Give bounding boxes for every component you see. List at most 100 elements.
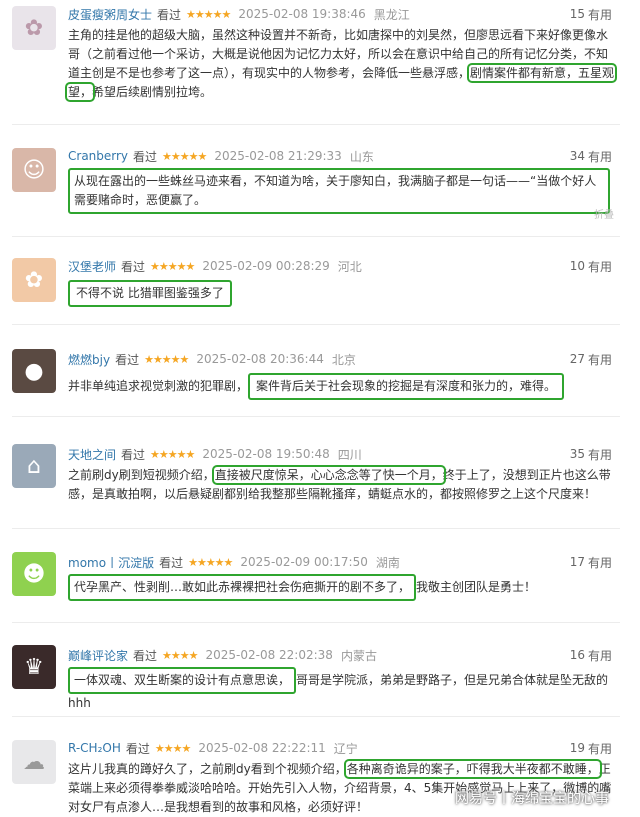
divider <box>12 528 620 529</box>
rating-stars: ★★★★★ <box>144 352 189 366</box>
divider <box>12 236 620 237</box>
review-text: 一体双魂、双生断案的设计有点意思诶， 哥哥是学院派，弟弟是野路子，但是兄弟合体就是… <box>68 667 618 713</box>
review-text-pre: 这片儿我真的蹲好久了，之前刷dy看到个视频介绍， <box>68 762 347 776</box>
highlighted-phrase: 不得不说 比猎罪图鉴强多了 <box>68 280 232 307</box>
review-item: ● 燃燃bjy 看过 ★★★★★ 2025-02-08 20:36:44 北京 … <box>0 349 640 409</box>
review-time: 2025-02-09 00:28:29 <box>202 259 330 273</box>
review-item: ☻ momo丨沉淀版 看过 ★★★★★ 2025-02-09 00:17:50 … <box>0 552 640 612</box>
watch-status: 看过 <box>125 741 150 756</box>
avatar[interactable]: ☺ <box>12 148 56 192</box>
useful-vote-button[interactable]: 19 有用 <box>570 738 612 758</box>
review-text: 从现在露出的一些蛛丝马迹来看，不知道为啥，关于廖知白，我满脑子都是一句话——“当… <box>68 168 610 214</box>
review-location: 辽宁 <box>333 741 358 756</box>
review-time: 2025-02-08 19:38:46 <box>238 7 366 21</box>
review-location: 山东 <box>349 149 374 164</box>
username-link[interactable]: Cranberry <box>68 149 128 163</box>
watch-status: 看过 <box>115 352 140 367</box>
divider <box>12 324 620 325</box>
watch-status: 看过 <box>159 555 184 570</box>
rating-stars: ★★★★★ <box>162 149 207 163</box>
review-time: 2025-02-08 21:29:33 <box>214 149 342 163</box>
watermark: 网易号丨海绵宝宝的心事 <box>455 791 609 807</box>
username-link[interactable]: 汉堡老师 <box>68 258 116 275</box>
review-text-post: 希望后续剧情别拉垮。 <box>92 85 213 99</box>
username-link[interactable]: 天地之间 <box>68 446 116 463</box>
avatar[interactable]: ☁ <box>12 740 56 784</box>
useful-vote-button[interactable]: 15 有用 <box>570 4 612 24</box>
watch-status: 看过 <box>133 648 158 663</box>
vote-count: 35 <box>569 447 585 461</box>
review-item: ⌂ 天地之间 看过 ★★★★★ 2025-02-08 19:50:48 四川 3… <box>0 444 640 514</box>
rating-stars: ★★★★★ <box>186 7 231 21</box>
rating-stars: ★★★★★ <box>150 259 195 273</box>
review-text-pre: 并非单纯追求视觉刺激的犯罪剧， <box>68 379 249 393</box>
watch-status: 看过 <box>121 447 146 462</box>
divider <box>12 416 620 417</box>
rating-stars: ★★★★★ <box>150 447 195 461</box>
watch-status: 看过 <box>157 7 182 22</box>
review-text: 不得不说 比猎罪图鉴强多了 <box>68 280 232 307</box>
highlighted-phrase: 各种离奇诡异的案子，吓得我大半夜都不敢睡， <box>343 759 602 779</box>
watch-status: 看过 <box>133 149 158 164</box>
rating-stars: ★★★★ <box>154 741 191 755</box>
review-time: 2025-02-08 22:22:11 <box>198 741 326 755</box>
username-link[interactable]: 燃燃bjy <box>68 351 110 368</box>
divider <box>12 622 620 623</box>
review-location: 四川 <box>337 447 362 462</box>
vote-label: 有用 <box>587 149 612 164</box>
avatar[interactable]: ⌂ <box>12 444 56 488</box>
username-link[interactable]: 巅峰评论家 <box>68 647 128 664</box>
useful-vote-button[interactable]: 16 有用 <box>570 645 612 665</box>
vote-label: 有用 <box>587 352 612 367</box>
vote-count: 34 <box>569 149 585 163</box>
vote-label: 有用 <box>587 741 612 756</box>
review-location: 河北 <box>337 259 362 274</box>
rating-stars: ★★★★★ <box>188 555 233 569</box>
fold-link[interactable]: 折叠 <box>594 206 614 221</box>
useful-vote-button[interactable]: 35 有用 <box>570 444 612 464</box>
review-time: 2025-02-08 19:50:48 <box>202 447 330 461</box>
review-text-post: 我敬主创团队是勇士！ <box>416 580 537 594</box>
username-link[interactable]: 皮蛋瘦粥周女士 <box>68 6 152 23</box>
vote-count: 17 <box>569 555 585 569</box>
vote-label: 有用 <box>587 259 612 274</box>
avatar[interactable]: ♛ <box>12 645 56 689</box>
review-time: 2025-02-08 20:36:44 <box>196 352 324 366</box>
vote-count: 27 <box>569 352 585 366</box>
review-location: 北京 <box>331 352 356 367</box>
review-item: ✿ 皮蛋瘦粥周女士 看过 ★★★★★ 2025-02-08 19:38:46 黑… <box>0 4 640 114</box>
review-text: 并非单纯追求视觉刺激的犯罪剧， 案件背后关于社会现象的挖掘是有深度和张力的，难得。 <box>68 373 618 400</box>
divider <box>12 716 620 717</box>
useful-vote-button[interactable]: 34 有用 <box>570 146 612 166</box>
review-location: 湖南 <box>375 555 400 570</box>
rating-stars: ★★★★ <box>162 648 198 662</box>
highlighted-phrase: 代孕黑产、性剥削…敢如此赤裸裸把社会伤疤撕开的剧不多了， <box>68 574 417 601</box>
avatar[interactable]: ☻ <box>12 552 56 596</box>
review-text: 主角的挂是他的超级大脑，虽然这种设置并不新奇，比如唐探中的刘昊然，但廖思远看下来… <box>64 26 618 102</box>
useful-vote-button[interactable]: 17 有用 <box>570 552 612 572</box>
avatar[interactable]: ✿ <box>12 258 56 302</box>
vote-label: 有用 <box>587 447 612 462</box>
highlighted-phrase: 直接被尺度惊呆，心心念念等了快一个月， <box>211 465 446 485</box>
highlighted-phrase: 从现在露出的一些蛛丝马迹来看，不知道为啥，关于廖知白，我满脑子都是一句话——“当… <box>74 174 597 207</box>
review-location: 黑龙江 <box>373 7 410 22</box>
avatar[interactable]: ● <box>12 349 56 393</box>
watch-status: 看过 <box>121 259 146 274</box>
divider <box>12 124 620 125</box>
username-link[interactable]: momo丨沉淀版 <box>68 554 154 571</box>
review-item: ☺ Cranberry 看过 ★★★★★ 2025-02-08 21:29:33… <box>0 146 640 226</box>
review-location: 内蒙古 <box>340 648 377 663</box>
review-text: 代孕黑产、性剥削…敢如此赤裸裸把社会伤疤撕开的剧不多了， 我敬主创团队是勇士！ <box>68 574 618 601</box>
useful-vote-button[interactable]: 10 有用 <box>570 256 612 276</box>
vote-count: 16 <box>569 648 585 662</box>
vote-label: 有用 <box>587 555 612 570</box>
useful-vote-button[interactable]: 27 有用 <box>570 349 612 369</box>
review-text-pre: 之前刷dy刷到短视频介绍， <box>68 468 215 482</box>
review-item: ✿ 汉堡老师 看过 ★★★★★ 2025-02-09 00:28:29 河北 1… <box>0 256 640 316</box>
avatar[interactable]: ✿ <box>12 6 56 50</box>
review-time: 2025-02-08 22:02:38 <box>205 648 333 662</box>
vote-label: 有用 <box>587 648 612 663</box>
username-link[interactable]: R-CH₂OH <box>68 741 121 755</box>
highlighted-phrase: 案件背后关于社会现象的挖掘是有深度和张力的，难得。 <box>248 373 565 400</box>
vote-count: 10 <box>569 259 585 273</box>
